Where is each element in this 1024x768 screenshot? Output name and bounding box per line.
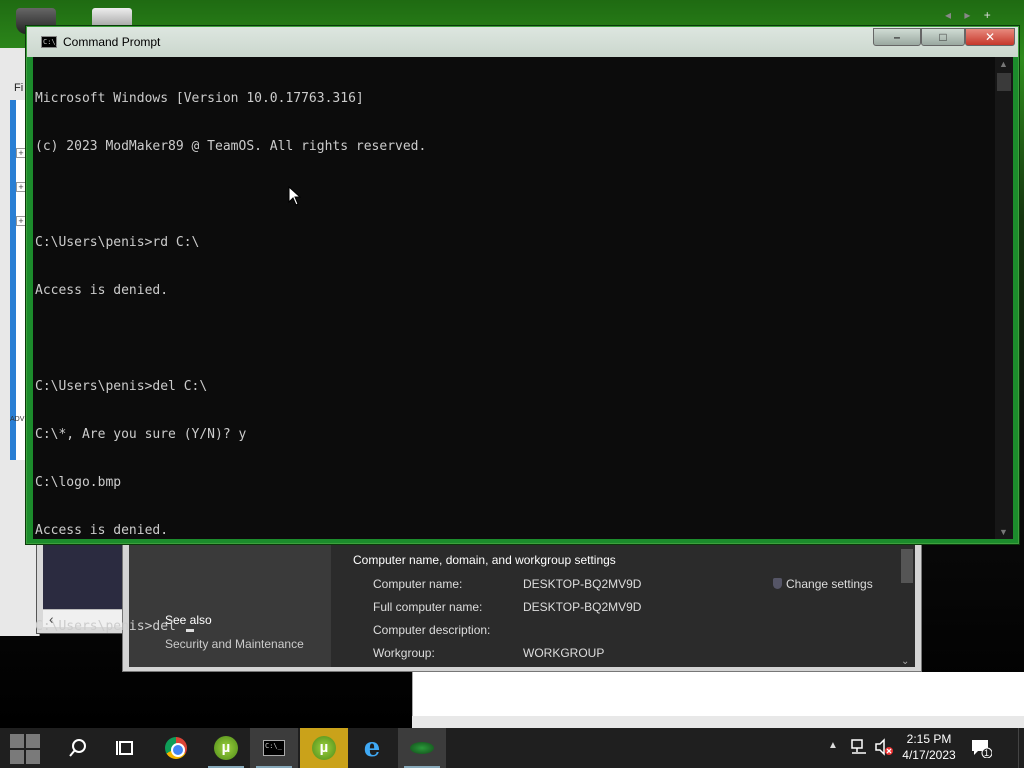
taskbar-app-utorrent-flashing[interactable]: µ [300, 728, 348, 768]
current-command: C:\Users\penis>del [35, 619, 184, 634]
console-icon[interactable]: C:\_ [41, 36, 60, 48]
window-title: Command Prompt [63, 35, 161, 49]
task-view-icon [116, 741, 133, 755]
console-line: (c) 2023 ModMaker89 @ TeamOS. All rights… [35, 139, 427, 154]
windows-logo-icon [10, 734, 24, 748]
command-prompt-window: C:\_ Command Prompt – □ ✕ Microsoft Wind… [26, 26, 1019, 634]
taskbar-app-game[interactable] [398, 728, 446, 768]
console-line: C:\Users\penis>del C:\ [35, 379, 208, 394]
console-scrollbar[interactable]: ▲ ▼ [995, 57, 1013, 539]
taskbar-app-utorrent[interactable]: µ [202, 728, 250, 768]
prompt-line[interactable]: C:\Users\penis>del [35, 619, 991, 635]
internet-explorer-icon: e [363, 733, 381, 763]
action-center-button[interactable]: 1 [970, 738, 994, 768]
taskbar: µ C:\_ µ e ▲ 2:15 PM 4/17/2023 1 [0, 728, 1024, 768]
scroll-up-icon[interactable]: ▲ [999, 59, 1008, 69]
show-hidden-icons-button[interactable]: ▲ [828, 740, 844, 768]
utorrent-icon: µ [214, 736, 238, 760]
volume-muted-icon[interactable] [874, 738, 894, 768]
console-area[interactable]: Microsoft Windows [Version 10.0.17763.31… [33, 57, 1013, 634]
notification-count: 1 [984, 748, 990, 758]
background-scrollbar [412, 716, 1024, 728]
back-arrow-icon[interactable]: ◂ [945, 8, 951, 22]
console-line: C:\Users\penis>rd C:\ [35, 235, 200, 250]
console-line: Access is denied. [35, 523, 169, 538]
command-prompt-icon: C:\_ [263, 740, 285, 756]
clock-time: 2:15 PM [906, 732, 952, 746]
window-nav-controls: ◂ ▸ + [940, 8, 996, 22]
console-line: Microsoft Windows [Version 10.0.17763.31… [35, 91, 364, 106]
game-app-icon [410, 742, 434, 754]
expand-icon[interactable]: + [16, 182, 26, 192]
clock[interactable]: 2:15 PM 4/17/2023 [896, 731, 962, 768]
minimize-button[interactable]: – [873, 28, 921, 46]
text-cursor [185, 629, 194, 632]
advanced-label: ADV [10, 416, 25, 423]
clock-date: 4/17/2023 [902, 748, 956, 762]
forward-arrow-icon[interactable]: ▸ [964, 8, 970, 22]
taskbar-app-command-prompt[interactable]: C:\_ [250, 728, 298, 768]
maximize-button[interactable]: □ [921, 28, 965, 46]
search-icon [69, 739, 86, 757]
console-line: C:\*, Are you sure (Y/N)? y [35, 427, 247, 442]
network-icon[interactable] [850, 738, 870, 768]
scroll-down-icon[interactable]: ▼ [999, 527, 1008, 537]
expand-icon[interactable]: + [16, 216, 26, 226]
taskbar-app-internet-explorer[interactable]: e [348, 728, 396, 768]
start-button[interactable] [0, 728, 52, 768]
expand-icon[interactable]: + [16, 148, 26, 158]
console-line: Access is denied. [35, 283, 169, 298]
show-desktop-button[interactable] [1018, 728, 1024, 768]
scroll-thumb[interactable] [997, 73, 1011, 91]
taskbar-app-chrome[interactable] [152, 728, 200, 768]
windows-logo-pane [10, 750, 24, 764]
windows-logo-pane [26, 734, 40, 748]
search-button[interactable] [56, 728, 100, 768]
utorrent-icon: µ [312, 736, 336, 760]
close-button[interactable]: ✕ [965, 28, 1015, 46]
file-menu-label[interactable]: Fi [14, 82, 23, 94]
windows-logo-pane [26, 750, 40, 764]
console-output[interactable]: Microsoft Windows [Version 10.0.17763.31… [35, 59, 991, 634]
console-line: C:\logo.bmp [35, 475, 122, 490]
title-bar[interactable]: C:\_ Command Prompt – □ ✕ [27, 27, 1018, 57]
chrome-icon [165, 737, 187, 759]
task-view-button[interactable] [104, 728, 148, 768]
plus-icon[interactable]: + [984, 8, 991, 22]
